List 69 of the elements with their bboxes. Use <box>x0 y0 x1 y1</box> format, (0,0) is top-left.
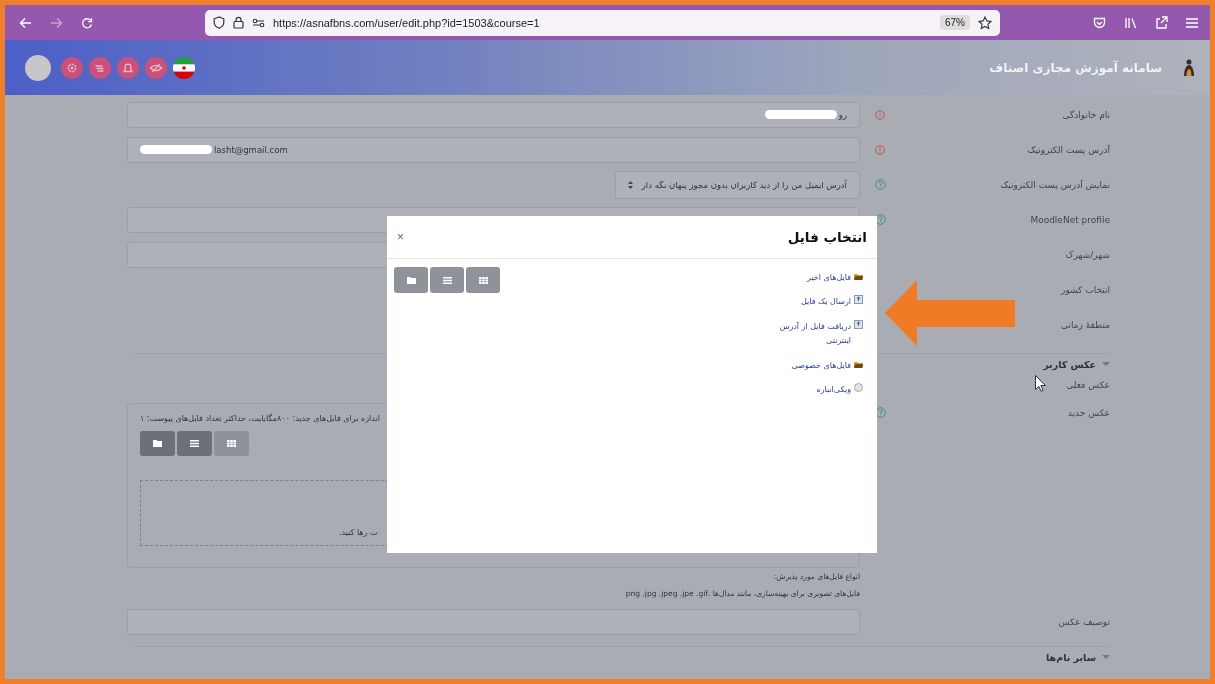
list-icon <box>442 276 452 284</box>
help-icon[interactable] <box>874 407 886 418</box>
view-button[interactable] <box>177 431 212 456</box>
field-label: توصیف عکس <box>1058 617 1110 627</box>
field-label: شهر/شهرک <box>1065 249 1110 260</box>
folder-icon <box>406 276 416 284</box>
view-button[interactable] <box>394 267 428 293</box>
field-label: نمایش آدرس پست الکترونیک <box>1000 179 1110 190</box>
permissions-icon[interactable] <box>252 17 265 28</box>
star-icon[interactable] <box>978 15 992 30</box>
field-label: عکس جدید <box>1067 407 1110 418</box>
folder-icon <box>153 440 162 447</box>
view-button[interactable] <box>140 431 175 456</box>
repository-link[interactable]: دریافت فایل از آدرس اینترنتی <box>753 319 852 349</box>
grid-icon <box>227 440 236 447</box>
section-title[interactable]: سایر نام‌ها <box>1046 651 1096 663</box>
folder-icon <box>854 273 863 280</box>
upload-icon <box>854 319 863 329</box>
hidden-eye-icon[interactable] <box>145 56 167 79</box>
field-value: lasht@gmail.com <box>214 144 288 155</box>
dialog-title: انتخاب فایل <box>787 229 867 245</box>
url-text: https://asnafbns.com/user/edit.php?id=1503&course=1 <box>273 16 541 29</box>
repository-link[interactable]: ویکی‌انباره <box>816 382 851 398</box>
view-button[interactable] <box>214 431 249 456</box>
field-label: منطقهٔ زمانی <box>1060 319 1110 330</box>
field-label: انتخاب کشور <box>1061 284 1110 295</box>
repository-link[interactable]: فایل‌های اخیر <box>807 271 851 286</box>
drop-hint-text: ت رها کنید. <box>339 528 378 537</box>
forward-icon[interactable] <box>50 16 63 29</box>
select-field[interactable]: آدرس ایمیل من را از دید کاربران بدون مجوز پنهان نگه دار <box>615 170 860 199</box>
field-label: MoodleNet profile <box>1030 214 1110 225</box>
reload-icon[interactable] <box>81 16 93 29</box>
field-label: آدرس پست الکترونیک <box>1027 144 1110 155</box>
text-field[interactable]: lasht@gmail.com <box>127 136 860 163</box>
menu-icon[interactable] <box>1186 17 1198 28</box>
upload-icon <box>854 295 863 305</box>
zoom-badge[interactable]: 67% <box>940 15 970 30</box>
address-bar[interactable]: https://asnafbns.com/user/edit.php?id=1503&course=1 67% <box>205 9 1000 36</box>
grid-icon <box>478 276 488 284</box>
share-icon[interactable] <box>1155 16 1168 29</box>
help-icon[interactable] <box>874 214 886 225</box>
folder-icon <box>854 360 863 368</box>
bell-icon[interactable] <box>117 56 139 79</box>
section-title[interactable]: عکس کاربر <box>1043 358 1096 370</box>
field-value: رو <box>838 109 847 120</box>
field-label: نام خانوادگی <box>1062 109 1110 120</box>
shield-icon[interactable] <box>213 16 225 29</box>
repository-link[interactable]: فایل‌های خصوصی <box>791 358 851 373</box>
text-field[interactable]: رو <box>127 101 860 128</box>
caret-icon[interactable] <box>1102 654 1110 660</box>
field-label: عکس فعلی <box>1066 380 1110 390</box>
view-button[interactable] <box>430 267 464 293</box>
upload-limits-text: اندازه برای فایل‌های جدید: ۸۰۰مگابایت، حداکثر تعداد فایل‌های پیوست: ۱ <box>140 414 380 423</box>
chat-icon[interactable] <box>89 56 111 79</box>
mouse-cursor-icon <box>1035 375 1046 392</box>
repository-link[interactable]: ارسال یک فایل <box>800 295 851 310</box>
library-icon[interactable] <box>1124 16 1137 29</box>
flag-icon[interactable] <box>173 56 195 79</box>
view-button[interactable] <box>466 267 500 293</box>
pocket-icon[interactable] <box>1093 16 1106 29</box>
user-avatar[interactable] <box>25 54 51 81</box>
updown-icon <box>628 180 633 189</box>
lock-icon[interactable] <box>233 16 244 29</box>
back-icon[interactable] <box>19 16 32 29</box>
list-icon <box>190 440 199 447</box>
close-button[interactable]: × <box>395 230 406 244</box>
caret-icon[interactable] <box>1102 361 1110 367</box>
logo-icon[interactable] <box>1182 57 1196 78</box>
settings-icon[interactable] <box>61 56 83 79</box>
